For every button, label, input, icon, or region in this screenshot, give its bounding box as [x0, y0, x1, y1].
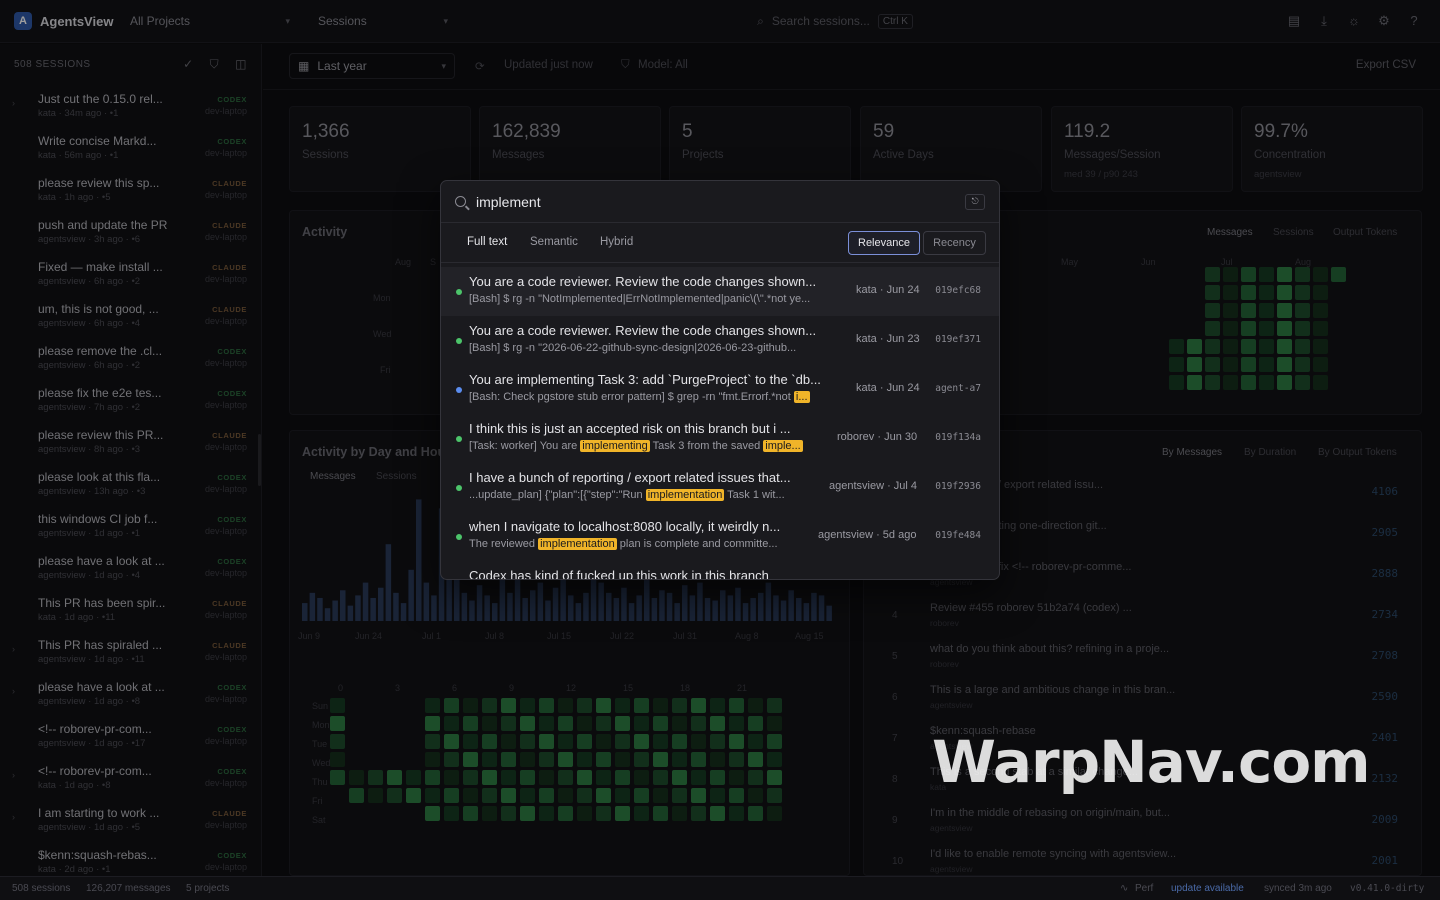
- result-id: 019efc68: [935, 285, 981, 296]
- status-projects: 5 projects: [186, 883, 230, 894]
- match-highlight: implementing: [580, 440, 650, 452]
- search-result[interactable]: when I navigate to localhost:8080 locall…: [441, 512, 999, 561]
- update-available-link[interactable]: update available: [1171, 883, 1244, 894]
- match-highlight: implementation: [645, 489, 725, 501]
- result-meta: agentsview · 5d ago: [818, 529, 917, 541]
- result-snippet: ...update_plan] {"plan":[{"step":"Run im…: [469, 489, 821, 501]
- sync-status: synced 3m ago: [1264, 883, 1332, 894]
- result-id: 019ef371: [935, 334, 981, 345]
- snippet-text: [Task: worker] You are: [469, 440, 578, 452]
- result-title: You are a code reviewer. Review the code…: [469, 323, 817, 338]
- app-version: v0.41.0-dirty: [1350, 883, 1425, 894]
- perf-link[interactable]: Perf: [1135, 883, 1153, 894]
- snippet-text: [Bash: Check pgstore stub error pattern]…: [469, 391, 791, 403]
- snippet-text: [Bash] $ rg -n "NotImplemented|ErrNotImp…: [469, 293, 811, 305]
- snippet-text: plan is complete and committe...: [619, 538, 778, 550]
- sort-recency-button[interactable]: Recency: [923, 231, 986, 255]
- search-modal: ⎋ Full text Semantic Hybrid Relevance Re…: [440, 180, 1000, 580]
- tab-semantic[interactable]: Semantic: [524, 235, 584, 249]
- search-result[interactable]: You are implementing Task 3: add `PurgeP…: [441, 365, 999, 414]
- result-title: You are a code reviewer. Review the code…: [469, 274, 817, 289]
- match-highlight: i...: [793, 391, 810, 403]
- perf-icon: ∿: [1120, 883, 1129, 894]
- status-sessions: 508 sessions: [12, 883, 71, 894]
- modal-search-bar: ⎋: [441, 181, 999, 223]
- snippet-text: Task 3 from the saved: [652, 440, 761, 452]
- result-id: 019fe484: [935, 530, 981, 541]
- status-dot: [456, 338, 462, 344]
- result-meta: roborev · Jun 30: [837, 431, 918, 443]
- search-icon: [455, 196, 466, 207]
- search-result[interactable]: You are a code reviewer. Review the code…: [441, 316, 999, 365]
- search-result[interactable]: You are a code reviewer. Review the code…: [441, 267, 999, 316]
- result-title: I have a bunch of reporting / export rel…: [469, 470, 791, 485]
- result-id: agent-a7: [935, 383, 981, 394]
- match-highlight: imple...: [763, 440, 803, 452]
- result-snippet: [Bash: Check pgstore stub error pattern]…: [469, 391, 848, 403]
- result-snippet: [Bash] $ rg -n "NotImplemented|ErrNotImp…: [469, 293, 848, 305]
- status-bar: 508 sessions 126,207 messages 5 projects…: [0, 876, 1440, 900]
- search-result[interactable]: I think this is just an accepted risk on…: [441, 414, 999, 463]
- escape-icon[interactable]: ⎋: [965, 193, 985, 210]
- status-dot: [456, 436, 462, 442]
- result-title: I think this is just an accepted risk on…: [469, 421, 791, 436]
- watermark-text: WarpNav.com: [932, 728, 1371, 796]
- search-result[interactable]: I have a bunch of reporting / export rel…: [441, 463, 999, 512]
- tab-full-text[interactable]: Full text: [461, 235, 513, 249]
- result-title: You are implementing Task 3: add `PurgeP…: [469, 372, 821, 387]
- result-meta: kata · Jun 24: [856, 382, 920, 394]
- search-input[interactable]: [476, 193, 955, 210]
- result-title: when I navigate to localhost:8080 locall…: [469, 519, 781, 534]
- result-title: Codex has kind of fucked up this work in…: [469, 568, 769, 580]
- status-dot: [456, 289, 462, 295]
- tab-hybrid[interactable]: Hybrid: [594, 235, 639, 249]
- search-options: Full text Semantic Hybrid Relevance Rece…: [441, 223, 999, 263]
- snippet-text: ...update_plan] {"plan":[{"step":"Run: [469, 489, 643, 501]
- result-meta: agentsview · Jul 4: [829, 480, 918, 492]
- result-snippet: [Bash] $ rg -n "2026-06-22-github-sync-d…: [469, 342, 848, 354]
- snippet-text: The reviewed: [469, 538, 536, 550]
- status-messages: 126,207 messages: [86, 883, 171, 894]
- sort-relevance-button[interactable]: Relevance: [848, 231, 920, 255]
- result-meta: kata · Jun 24: [856, 284, 920, 296]
- search-result[interactable]: Codex has kind of fucked up this work in…: [441, 561, 999, 580]
- result-snippet: [Task: worker] You are implementing Task…: [469, 440, 829, 452]
- status-dot: [456, 485, 462, 491]
- snippet-text: Task 1 wit...: [727, 489, 785, 501]
- match-highlight: implementation: [538, 538, 617, 550]
- result-id: 019f134a: [935, 432, 981, 443]
- result-snippet: The reviewed implementation plan is comp…: [469, 538, 810, 550]
- status-dot: [456, 534, 462, 540]
- result-meta: kata · Jun 23: [856, 333, 920, 345]
- result-id: 019f2936: [935, 481, 981, 492]
- snippet-text: [Bash] $ rg -n "2026-06-22-github-sync-d…: [469, 342, 797, 354]
- status-dot: [456, 387, 462, 393]
